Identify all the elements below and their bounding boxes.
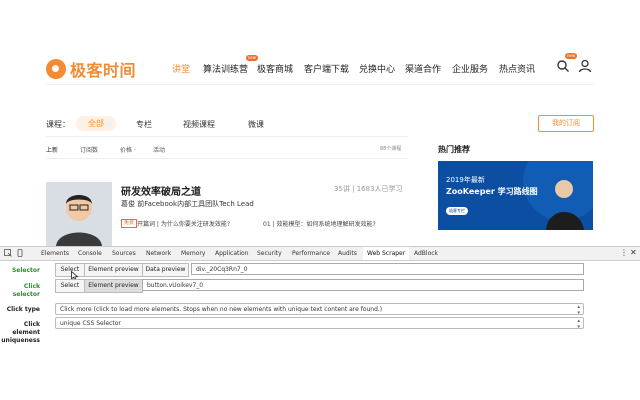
logo-text: 极客时间	[70, 61, 137, 80]
selector-label: Selector	[11, 267, 40, 274]
click-select-button[interactable]: Select	[55, 279, 85, 293]
search-new-badge: new	[565, 53, 578, 59]
free-tag: 免费	[121, 219, 138, 228]
my-subscriptions-button[interactable]: 我的订阅	[538, 115, 594, 132]
devtools-tab-elements[interactable]: Elements	[41, 250, 69, 257]
more-options-icon[interactable]: ⋮	[620, 248, 628, 257]
header-divider	[46, 84, 594, 85]
course-author: 葛俊 前Facebook内部工具团队Tech Lead	[121, 200, 254, 208]
devtools-tab-web-scraper[interactable]: Web Scraper	[363, 247, 410, 260]
course-count: 88个课程	[380, 146, 402, 152]
sort-price[interactable]: 价格 ·	[120, 145, 136, 154]
click-selector-label: Click selector	[12, 283, 40, 298]
devtools-tab-memory[interactable]: Memory	[181, 250, 205, 257]
inspect-element-icon[interactable]	[4, 249, 12, 257]
course-cover[interactable]	[46, 182, 112, 246]
banner-title: ZooKeeper 学习路线图	[446, 187, 538, 196]
selector-input[interactable]: div._20Cq3Rn7_0	[191, 263, 584, 275]
element-preview-button[interactable]: Element preview	[84, 263, 143, 277]
close-devtools-icon[interactable]: ✕	[630, 248, 637, 257]
sort-subscriptions[interactable]: 订阅数	[80, 145, 98, 154]
tab-column[interactable]: 专栏	[136, 119, 152, 130]
nav-item-news[interactable]: 热点资讯	[499, 62, 535, 75]
uniqueness-select[interactable]: unique CSS Selector ▴ ▾	[55, 317, 584, 330]
uniqueness-label: Click element uniqueness	[1, 321, 40, 344]
devtools-tab-network[interactable]: Network	[146, 250, 171, 257]
instructor-photo	[46, 182, 112, 246]
devtools-tab-sources[interactable]: Sources	[112, 250, 136, 257]
nav-item-algorithm-camp[interactable]: 算法训练营 new	[203, 55, 259, 75]
filter-divider	[46, 136, 408, 137]
devtools-tab-audits[interactable]: Audits	[338, 250, 357, 257]
select-arrows-icon: ▴ ▾	[577, 304, 580, 316]
click-type-value: Click more (click to load more elements.…	[60, 306, 383, 313]
sort-activity[interactable]: 活动	[153, 145, 165, 154]
nav-item-enterprise[interactable]: 企业服务	[452, 62, 488, 75]
nav-item-client-download[interactable]: 客户端下载	[304, 62, 349, 75]
devtools-tabbar: Elements Console Sources Network Memory …	[0, 246, 640, 261]
devtools-tab-application[interactable]: Application	[215, 250, 249, 257]
user-icon[interactable]	[578, 59, 592, 73]
nav-item-channel[interactable]: 渠道合作	[405, 62, 441, 75]
tab-micro-course[interactable]: 微课	[248, 119, 264, 130]
logo-mark-icon	[46, 59, 66, 79]
course-title[interactable]: 研发效率破局之道	[121, 183, 201, 198]
devtools-tab-performance[interactable]: Performance	[292, 250, 330, 257]
course-filter-label: 课程：	[46, 120, 70, 129]
banner-author: 极客专栏	[446, 207, 468, 215]
devtools-tab-adblock[interactable]: AdBlock	[414, 250, 438, 257]
search-icon[interactable]	[556, 59, 570, 73]
uniqueness-value: unique CSS Selector	[60, 320, 121, 327]
nav-item-lecture[interactable]: 讲堂	[172, 62, 190, 75]
new-badge: new	[245, 55, 259, 61]
nav-label: 算法训练营	[203, 65, 249, 75]
sort-newest[interactable]: 上新	[46, 145, 58, 154]
click-element-preview-button[interactable]: Element preview	[84, 279, 143, 293]
devtools-tab-security[interactable]: Security	[257, 250, 282, 257]
nav-item-redeem[interactable]: 兑换中心	[359, 62, 395, 75]
data-preview-button[interactable]: Data preview	[142, 263, 189, 277]
chapter-item[interactable]: 01 | 效能模型：如何系统地理解研发效能?	[263, 219, 376, 228]
tab-all[interactable]: 全部	[76, 116, 116, 131]
hot-recommend-title: 热门推荐	[438, 145, 470, 154]
chapter-item[interactable]: 开篇词 | 为什么你要关注研发效能?	[137, 219, 230, 228]
select-arrows-icon: ▴ ▾	[577, 318, 580, 330]
sort-divider	[46, 158, 408, 159]
banner-year: 2019年最新	[446, 176, 485, 184]
tab-video-course[interactable]: 视频课程	[183, 119, 215, 130]
logo[interactable]: 极客时间	[46, 57, 136, 81]
device-toolbar-icon[interactable]	[16, 249, 24, 257]
click-selector-input[interactable]: button.vUoikev7_0	[142, 279, 584, 291]
devtools-tab-console[interactable]: Console	[78, 250, 102, 257]
zookeeper-banner[interactable]: 2019年最新 ZooKeeper 学习路线图 极客专栏	[438, 161, 593, 230]
click-type-label: Click type	[6, 306, 40, 313]
click-type-select[interactable]: Click more (click to load more elements.…	[55, 303, 584, 316]
course-meta: 35讲 | 1683人已学习	[334, 185, 403, 193]
nav-item-mall[interactable]: 极客商城	[257, 62, 293, 75]
select-button[interactable]: Select	[55, 263, 85, 277]
